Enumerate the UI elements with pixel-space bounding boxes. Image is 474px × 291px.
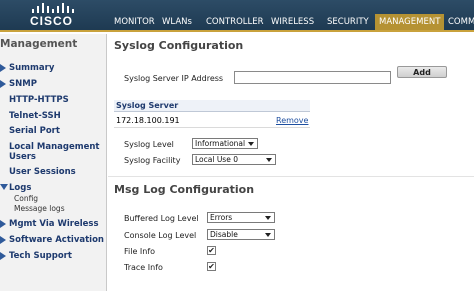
expand-arrow-icon[interactable]	[0, 252, 6, 260]
syslog-level-label: Syslog Level	[124, 140, 174, 149]
buffered-log-level-select[interactable]: Errors	[207, 212, 275, 223]
expand-arrow-icon[interactable]	[0, 220, 6, 228]
section-divider	[108, 176, 474, 177]
sidebar-subitem-config[interactable]: Config	[14, 194, 38, 203]
file-info-checkbox[interactable]: ✔	[207, 246, 216, 255]
top-nav-bar: CISCO MONITOR WLANs CONTROLLER WIRELESS …	[0, 0, 474, 32]
expand-arrow-icon[interactable]	[0, 80, 6, 88]
sidebar-item-http-https[interactable]: HTTP-HTTPS	[9, 95, 69, 105]
sidebar-title: Management	[0, 38, 78, 50]
add-button[interactable]: Add	[397, 66, 447, 78]
sidebar-item-logs[interactable]: Logs	[9, 183, 31, 193]
buffered-log-level-label: Buffered Log Level	[124, 214, 199, 223]
sidebar-item-software-activation[interactable]: Software Activation	[9, 235, 104, 245]
sidebar-subitem-message-logs[interactable]: Message logs	[14, 204, 65, 213]
expand-arrow-icon[interactable]	[0, 236, 6, 244]
console-log-level-select[interactable]: Disable	[207, 229, 275, 240]
cisco-logo-bars-icon	[32, 3, 76, 13]
console-log-level-label: Console Log Level	[124, 231, 197, 240]
sidebar-item-snmp[interactable]: SNMP	[9, 79, 37, 89]
chevron-down-icon	[265, 233, 271, 237]
syslog-level-value: Informational	[195, 139, 246, 148]
sidebar-item-summary[interactable]: Summary	[9, 63, 54, 73]
sidebar-item-local-management-users[interactable]: Local Management Users	[9, 142, 105, 162]
sidebar-item-telnet-ssh[interactable]: Telnet-SSH	[9, 111, 61, 121]
sidebar-item-tech-support[interactable]: Tech Support	[9, 251, 72, 261]
syslog-level-select[interactable]: Informational	[192, 138, 258, 149]
syslog-ip-label: Syslog Server IP Address	[124, 74, 224, 83]
remove-link[interactable]: Remove	[276, 116, 308, 125]
sidebar: Management Summary SNMP HTTP-HTTPS Telne…	[0, 34, 107, 291]
nav-management[interactable]: MANAGEMENT	[375, 14, 445, 30]
chevron-down-icon	[266, 158, 272, 162]
table-row: 172.18.100.191 Remove	[114, 114, 310, 128]
buffered-log-level-value: Errors	[210, 213, 233, 222]
nav-commands[interactable]: COMM	[448, 14, 474, 30]
chevron-down-icon	[265, 216, 271, 220]
syslog-server-ip: 172.18.100.191	[116, 116, 180, 125]
collapse-arrow-icon[interactable]	[0, 184, 8, 190]
brand-name: CISCO	[30, 14, 74, 28]
nav-monitor[interactable]: MONITOR	[114, 14, 155, 30]
trace-info-checkbox[interactable]: ✔	[207, 262, 216, 271]
file-info-label: File Info	[124, 247, 156, 256]
nav-controller[interactable]: CONTROLLER	[206, 14, 264, 30]
syslog-section-title: Syslog Configuration	[114, 39, 244, 52]
nav-wlans[interactable]: WLANs	[162, 14, 192, 30]
nav-security[interactable]: SECURITY	[327, 14, 369, 30]
sidebar-item-serial-port[interactable]: Serial Port	[9, 126, 60, 136]
syslog-facility-value: Local Use 0	[195, 155, 238, 164]
checkmark-icon: ✔	[208, 246, 215, 255]
syslog-ip-input[interactable]	[234, 71, 391, 84]
expand-arrow-icon[interactable]	[0, 64, 6, 72]
cisco-logo: CISCO	[24, 1, 84, 29]
msglog-section-title: Msg Log Configuration	[114, 183, 255, 196]
syslog-table-header: Syslog Server	[114, 100, 310, 112]
checkmark-icon: ✔	[208, 262, 215, 271]
trace-info-label: Trace Info	[124, 263, 163, 272]
console-log-level-value: Disable	[210, 230, 238, 239]
syslog-facility-label: Syslog Facility	[124, 156, 181, 165]
sidebar-item-mgmt-via-wireless[interactable]: Mgmt Via Wireless	[9, 219, 99, 229]
nav-wireless[interactable]: WIRELESS	[271, 14, 314, 30]
sidebar-item-user-sessions[interactable]: User Sessions	[9, 167, 76, 177]
syslog-facility-select[interactable]: Local Use 0	[192, 154, 276, 165]
chevron-down-icon	[248, 142, 254, 146]
